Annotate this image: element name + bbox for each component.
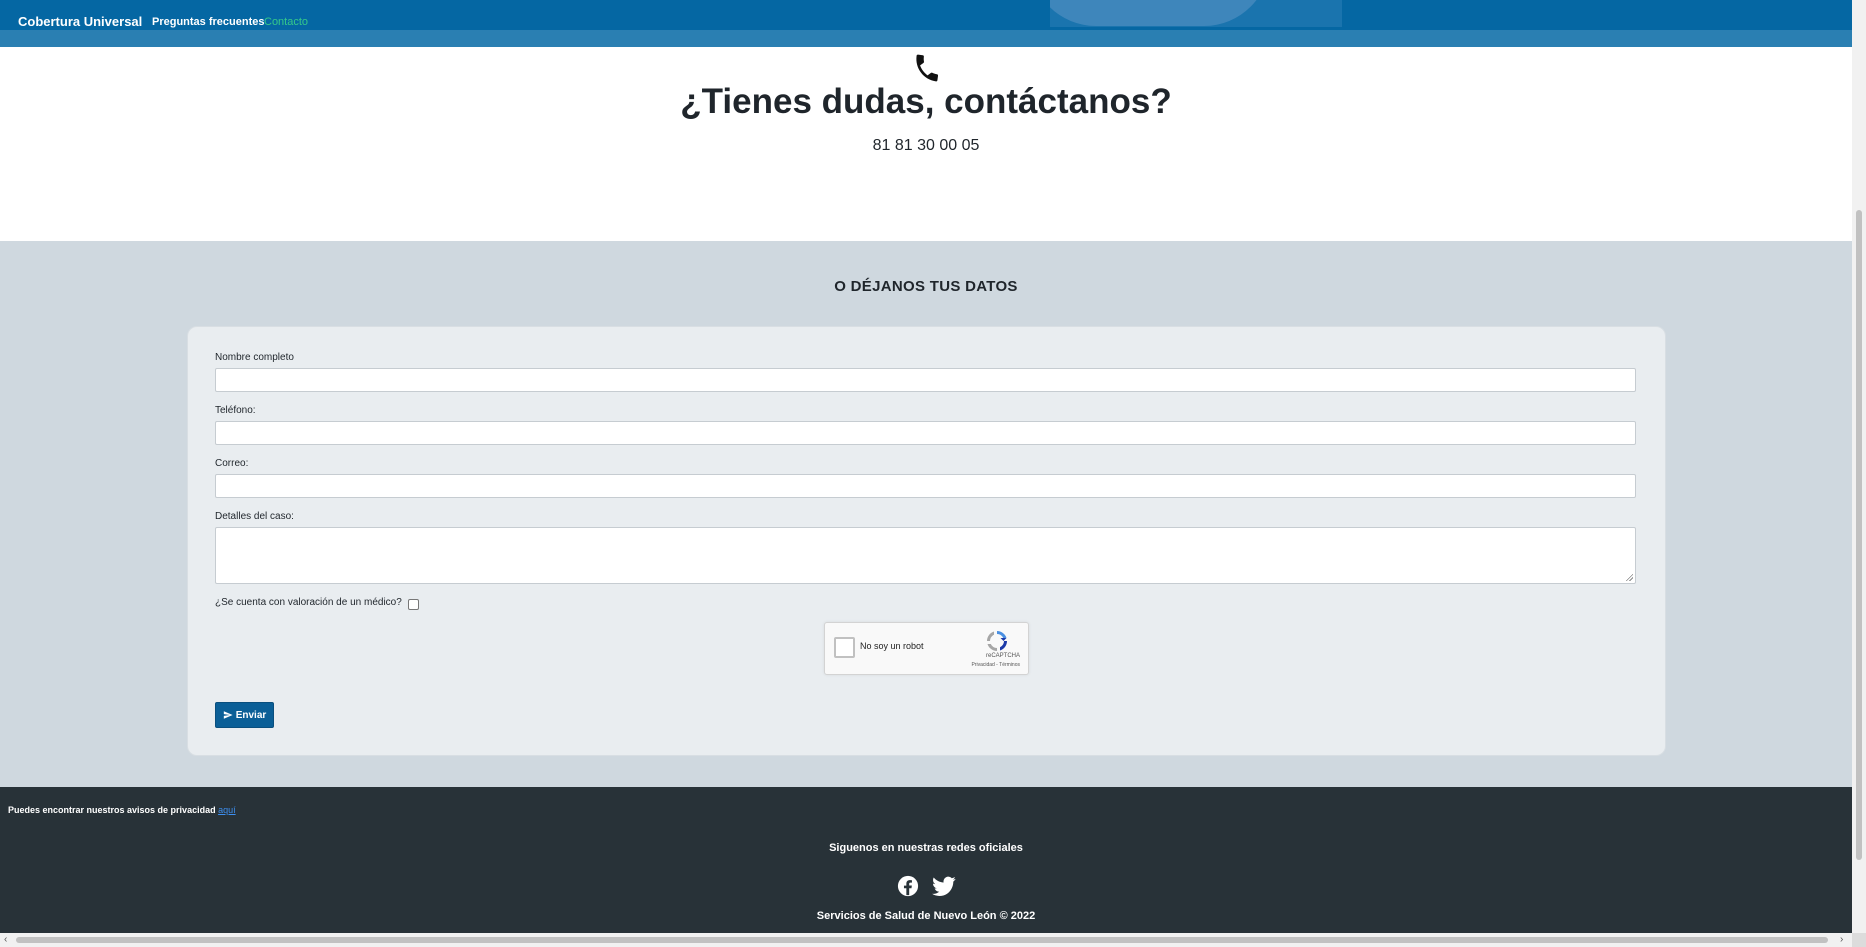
phone-label: Teléfono: [215, 405, 256, 416]
name-label: Nombre completo [215, 352, 294, 363]
scrollbar-corner [1852, 933, 1866, 947]
recaptcha-widget: No soy un robot reCAPTCHA Privacidad - T… [824, 622, 1029, 675]
contact-phone-number: 81 81 30 00 05 [872, 137, 980, 154]
vertical-scrollbar[interactable] [1852, 0, 1866, 933]
phone-icon [916, 54, 939, 82]
send-icon [223, 711, 233, 719]
recaptcha-checkbox[interactable] [834, 637, 855, 658]
recaptcha-logo-icon [987, 631, 1007, 651]
vertical-scroll-thumb[interactable] [1856, 210, 1862, 860]
privacy-text: Puedes encontrar nuestros avisos de priv… [8, 805, 216, 815]
submit-button[interactable]: Enviar [215, 702, 274, 728]
form-section-title: O DÉJANOS TUS DATOS [834, 278, 1018, 295]
recaptcha-links[interactable]: Privacidad - Términos [971, 662, 1020, 668]
follow-heading: Siguenos en nuestras redes oficiales [829, 842, 1023, 854]
nav-link-faq[interactable]: Preguntas frecuentes [152, 16, 264, 28]
scroll-right-icon[interactable]: › [1840, 933, 1843, 947]
page-title: ¿Tienes dudas, contáctanos? [680, 82, 1172, 121]
medical-check-label: ¿Se cuenta con valoración de un médico? [215, 597, 402, 608]
browser-viewport: Cobertura Universal Preguntas frecuentes… [0, 0, 1866, 947]
details-label: Detalles del caso: [215, 511, 294, 522]
resize-handle[interactable] [1625, 573, 1633, 581]
phone-input[interactable] [215, 421, 1636, 445]
details-textarea[interactable] [215, 527, 1636, 584]
page: Cobertura Universal Preguntas frecuentes… [0, 0, 1852, 933]
email-input[interactable] [215, 474, 1636, 498]
top-navbar: Cobertura Universal Preguntas frecuentes… [0, 0, 1852, 30]
horizontal-scroll-thumb[interactable] [16, 937, 1828, 943]
recaptcha-label: No soy un robot [860, 641, 924, 651]
nav-link-contact[interactable]: Contacto [264, 16, 308, 28]
email-label: Correo: [215, 458, 249, 469]
medical-checkbox[interactable] [408, 599, 419, 610]
facebook-icon[interactable] [897, 875, 919, 897]
header-photo [1050, 0, 1342, 27]
scroll-left-icon[interactable]: ‹ [4, 933, 7, 947]
brand-link[interactable]: Cobertura Universal [18, 14, 142, 29]
copyright: Servicios de Salud de Nuevo León © 2022 [816, 910, 1036, 922]
name-input[interactable] [215, 368, 1636, 392]
horizontal-scrollbar[interactable]: ‹ › [0, 933, 1852, 947]
submit-button-label: Enviar [235, 709, 267, 721]
recaptcha-brand: reCAPTCHA [985, 653, 1020, 659]
twitter-icon[interactable] [932, 876, 956, 897]
privacy-link[interactable]: aquí [218, 805, 236, 815]
nav-strip [0, 30, 1852, 47]
privacy-notice: Puedes encontrar nuestros avisos de priv… [8, 805, 236, 815]
